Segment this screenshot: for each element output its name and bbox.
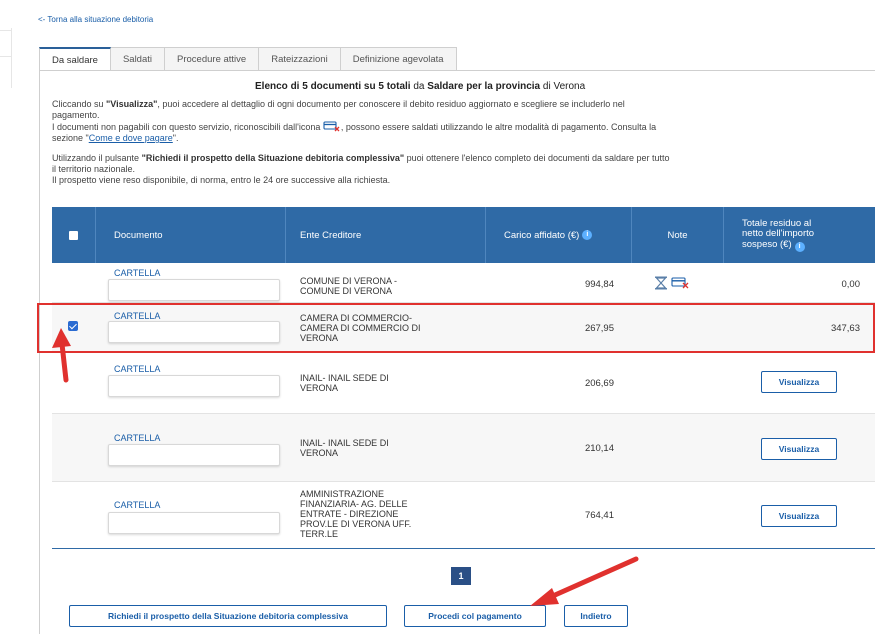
intro-text-segment: pagamento. xyxy=(52,110,100,120)
totale-residuo-value: 0,00 xyxy=(841,279,861,290)
card-cross-icon xyxy=(323,121,340,132)
tab-rateizzazioni[interactable]: Rateizzazioni xyxy=(259,47,341,71)
redacted-document-number xyxy=(108,512,280,534)
table-bottom-border xyxy=(52,548,875,549)
redacted-document-number xyxy=(108,279,280,301)
header-carico-label: Carico affidato (€) xyxy=(504,229,580,241)
carico-affidato-value: 210,14 xyxy=(584,443,614,454)
carico-affidato-value: 994,84 xyxy=(584,279,614,290)
intro-text-segment: Cliccando su xyxy=(52,99,107,109)
table-row: CARTELLA CAMERA DI COMMERCIO- CAMERA DI … xyxy=(52,303,875,353)
ente-line: COMUNE DI VERONA - xyxy=(300,276,398,286)
header-totale-line: sospeso (€) xyxy=(742,238,792,250)
redacted-document-number xyxy=(108,375,280,397)
ente-creditore: INAIL- INAIL SEDE DI VERONA xyxy=(300,373,389,393)
come-e-dove-pagare-link[interactable]: Come e dove pagare xyxy=(89,133,173,143)
document-link[interactable]: CARTELLA xyxy=(114,268,160,278)
header-carico-affidato: Carico affidato (€) i xyxy=(486,207,632,263)
table-header: Documento Ente Creditore Carico affidato… xyxy=(52,207,875,263)
ente-line: ENTRATE - DIREZIONE xyxy=(300,509,399,519)
header-ente-creditore: Ente Creditore xyxy=(286,207,486,263)
info-icon[interactable]: i xyxy=(794,241,805,252)
card-cross-icon xyxy=(671,277,689,289)
back-to-situation-link[interactable]: <- Torna alla situazione debitoria xyxy=(38,15,153,24)
header-select-cell xyxy=(52,207,96,263)
visualizza-button[interactable]: Visualizza xyxy=(761,438,837,460)
ente-line: FINANZIARIA- AG. DELLE xyxy=(300,499,408,509)
redacted-document-number xyxy=(108,321,280,343)
intro-text-segment: I documenti non pagabili con questo serv… xyxy=(52,122,321,132)
ente-line: VERONA xyxy=(300,383,339,393)
document-link[interactable]: CARTELLA xyxy=(114,433,160,443)
document-link[interactable]: CARTELLA xyxy=(114,364,160,374)
intro-text-segment: puoi ottenere l'elenco completo dei docu… xyxy=(404,153,670,163)
list-heading: Elenco di 5 documenti su 5 totali da Sal… xyxy=(255,81,585,92)
ente-line: TERR.LE xyxy=(300,529,339,539)
document-link[interactable]: CARTELLA xyxy=(114,500,160,510)
row-checkbox-checked[interactable] xyxy=(68,321,78,331)
visualizza-button[interactable]: Visualizza xyxy=(761,505,837,527)
intro-text-segment: il territorio nazionale. xyxy=(52,164,136,174)
ente-line: COMUNE DI VERONA xyxy=(300,286,393,296)
info-icon[interactable]: i xyxy=(582,230,593,240)
divider xyxy=(0,30,12,31)
totale-residuo-value: 347,63 xyxy=(830,323,860,334)
select-all-checkbox[interactable] xyxy=(69,230,78,240)
indietro-button[interactable]: Indietro xyxy=(564,605,628,627)
procedi-pagamento-button[interactable]: Procedi col pagamento xyxy=(404,605,546,627)
ente-creditore: AMMINISTRAZIONE FINANZIARIA- AG. DELLE E… xyxy=(300,489,411,539)
carico-affidato-value: 267,95 xyxy=(584,323,614,334)
heading-count: Elenco di 5 documenti su 5 totali xyxy=(255,81,411,92)
richiedi-prospetto-button[interactable]: Richiedi il prospetto della Situazione d… xyxy=(69,605,387,627)
intro-text-segment: Utilizzando il pulsante xyxy=(52,153,142,163)
ente-creditore: INAIL- INAIL SEDE DI VERONA xyxy=(300,438,389,458)
ente-line: CAMERA DI COMMERCIO- xyxy=(300,313,413,323)
ente-line: INAIL- INAIL SEDE DI xyxy=(300,373,389,383)
header-documento: Documento xyxy=(96,207,286,263)
heading-da: da xyxy=(410,81,428,92)
tab-bar: Da saldare Saldati Procedure attive Rate… xyxy=(39,47,457,71)
intro-text-segment: , puoi accedere al dettaglio di ogni doc… xyxy=(157,99,625,109)
intro-text-segment: Il prospetto viene reso disponibile, di … xyxy=(52,175,391,185)
header-totale-residuo: Totale residuo al netto dell'importo sos… xyxy=(724,207,875,263)
ente-line: INAIL- INAIL SEDE DI xyxy=(300,438,389,448)
table-row: CARTELLA AMMINISTRAZIONE FINANZIARIA- AG… xyxy=(52,482,875,548)
intro-text: Cliccando su "Visualizza", puoi accedere… xyxy=(52,99,875,186)
table-row: CARTELLA COMUNE DI VERONA - COMUNE DI VE… xyxy=(52,263,875,303)
tab-da-saldare[interactable]: Da saldare xyxy=(39,47,111,71)
ente-line: VERONA xyxy=(300,448,339,458)
redacted-document-number xyxy=(108,444,280,466)
ente-line: CAMERA DI COMMERCIO DI xyxy=(300,323,421,333)
visualizza-button[interactable]: Visualizza xyxy=(761,371,837,393)
ente-line: PROV.LE DI VERONA UFF. xyxy=(300,519,412,529)
hourglass-icon xyxy=(655,276,667,290)
left-edge-strip xyxy=(0,28,12,88)
tab-procedure-attive[interactable]: Procedure attive xyxy=(165,47,260,71)
intro-text-segment: sezione " xyxy=(52,133,89,143)
divider xyxy=(0,56,12,57)
ente-creditore: CAMERA DI COMMERCIO- CAMERA DI COMMERCIO… xyxy=(300,313,421,343)
table-row: CARTELLA INAIL- INAIL SEDE DI VERONA 206… xyxy=(52,353,875,414)
intro-prospetto-emphasis: "Richiedi il prospetto della Situazione … xyxy=(141,153,405,163)
intro-text-segment: ". xyxy=(172,133,179,143)
ente-creditore: COMUNE DI VERONA - COMUNE DI VERONA xyxy=(300,276,397,296)
ente-line: AMMINISTRAZIONE xyxy=(300,489,385,499)
intro-visualizza-emphasis: "Visualizza" xyxy=(106,99,158,109)
heading-saldare: Saldare per la provincia xyxy=(427,81,541,92)
intro-text-segment: , possono essere saldati utilizzando le … xyxy=(340,122,657,132)
pagination-page-1[interactable]: 1 xyxy=(451,567,471,585)
heading-provincia: di Verona xyxy=(540,81,586,92)
header-note: Note xyxy=(632,207,724,263)
tab-definizione-agevolata[interactable]: Definizione agevolata xyxy=(340,47,457,71)
table-row: CARTELLA INAIL- INAIL SEDE DI VERONA 210… xyxy=(52,414,875,482)
carico-affidato-value: 206,69 xyxy=(584,378,614,389)
carico-affidato-value: 764,41 xyxy=(584,510,614,521)
note-icons xyxy=(655,276,689,290)
document-link[interactable]: CARTELLA xyxy=(114,311,160,321)
tab-saldati[interactable]: Saldati xyxy=(110,47,166,71)
ente-line: VERONA xyxy=(300,333,339,343)
